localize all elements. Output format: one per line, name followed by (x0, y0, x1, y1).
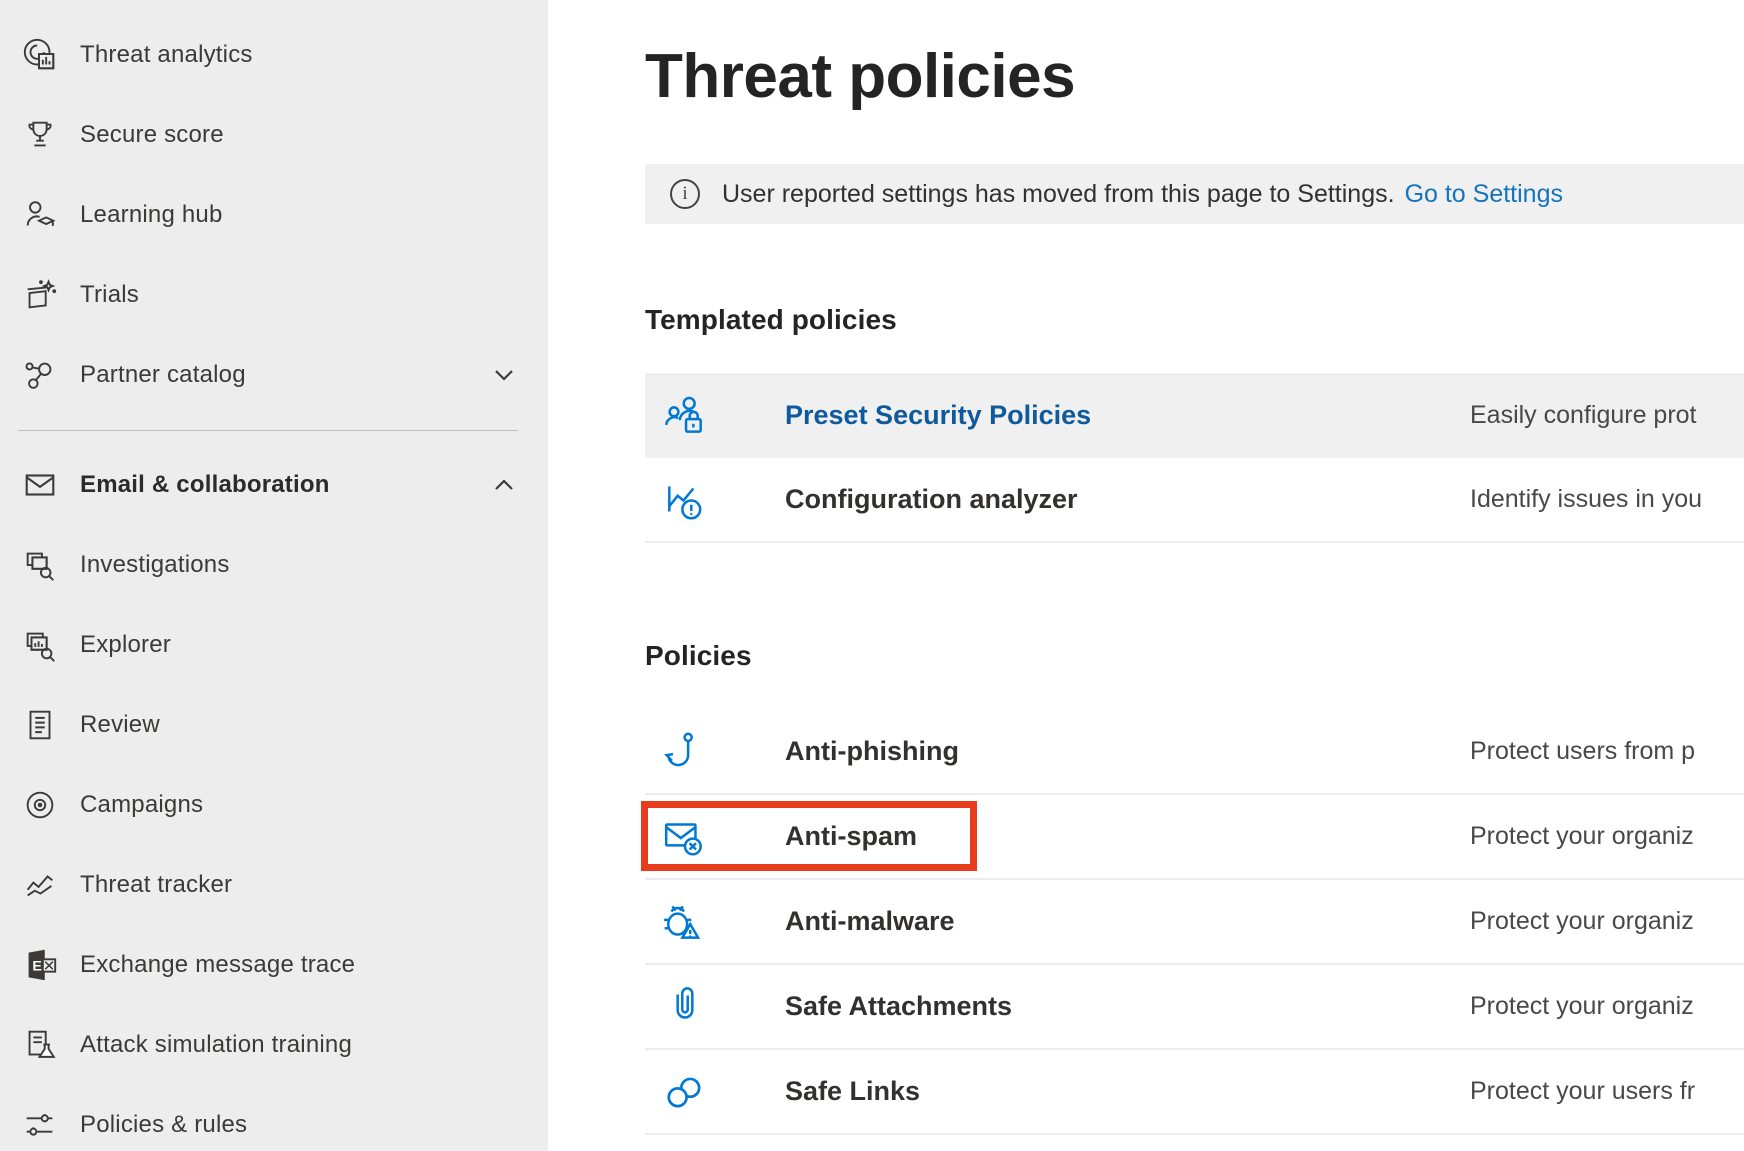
policy-row-description: Protect your organiz (1470, 907, 1744, 936)
sidebar-item-secure-score[interactable]: Secure score (0, 95, 548, 175)
sidebar-item-investigations[interactable]: Investigations (0, 525, 548, 605)
sidebar-item-label: Secure score (80, 121, 224, 149)
sidebar: Threat analytics Secure score Learning h… (0, 0, 548, 1151)
policy-row-anti-spam[interactable]: Anti-spam Protect your organiz (645, 795, 1744, 880)
sidebar-item-label: Attack simulation training (80, 1031, 352, 1059)
sidebar-item-label: Exchange message trace (80, 951, 355, 979)
sidebar-item-threat-tracker[interactable]: Threat tracker (0, 845, 548, 925)
sidebar-item-label: Email & collaboration (80, 471, 330, 499)
info-icon: i (670, 179, 700, 209)
policy-row-configuration-analyzer[interactable]: Configuration analyzer Identify issues i… (645, 458, 1744, 543)
policy-row-label[interactable]: Anti-malware (785, 906, 1470, 937)
policy-row-description: Easily configure prot (1470, 401, 1744, 430)
explorer-icon (20, 625, 60, 665)
policy-row-anti-phishing[interactable]: Anti-phishing Protect users from p (645, 710, 1744, 795)
chevron-down-icon[interactable] (492, 363, 516, 387)
policy-row-description: Protect your organiz (1470, 822, 1744, 851)
secure-score-icon (20, 115, 60, 155)
sidebar-item-label: Threat analytics (80, 41, 253, 69)
policy-row-anti-malware[interactable]: Anti-malware Protect your organiz (645, 880, 1744, 965)
sidebar-item-policies-rules[interactable]: Policies & rules (0, 1085, 548, 1151)
policy-row-description: Protect your organiz (1470, 992, 1744, 1021)
svg-text:E: E (32, 959, 42, 975)
threat-analytics-icon (20, 35, 60, 75)
policy-row-label[interactable]: Configuration analyzer (785, 484, 1470, 515)
sidebar-item-label: Review (80, 711, 160, 739)
templated-policies-list: Preset Security Policies Easily configur… (645, 373, 1744, 543)
policies-heading: Policies (645, 638, 1744, 674)
sidebar-item-trials[interactable]: Trials (0, 255, 548, 335)
review-icon (20, 705, 60, 745)
policy-row-label[interactable]: Anti-phishing (785, 736, 1470, 767)
safe-attachments-icon (645, 984, 725, 1030)
policy-row-label[interactable]: Anti-spam (785, 821, 1470, 852)
sidebar-item-exchange-message-trace[interactable]: E Exchange message trace (0, 925, 548, 1005)
sidebar-item-label: Threat tracker (80, 871, 232, 899)
policies-rules-icon (20, 1105, 60, 1145)
sidebar-item-partner-catalog[interactable]: Partner catalog (0, 335, 548, 415)
sidebar-item-label: Policies & rules (80, 1111, 247, 1139)
policy-row-label[interactable]: Preset Security Policies (785, 400, 1470, 431)
preset-security-policies-icon (645, 393, 725, 439)
partner-catalog-icon (20, 355, 60, 395)
attack-simulation-training-icon (20, 1025, 60, 1065)
chevron-up-icon[interactable] (492, 473, 516, 497)
policy-row-label[interactable]: Safe Links (785, 1076, 1470, 1107)
go-to-settings-link[interactable]: Go to Settings (1405, 180, 1563, 209)
sidebar-item-label: Investigations (80, 551, 230, 579)
policy-row-safe-links[interactable]: Safe Links Protect your users fr (645, 1050, 1744, 1135)
policy-row-description: Protect your users fr (1470, 1077, 1744, 1106)
email-collaboration-icon (20, 465, 60, 505)
anti-phishing-icon (645, 729, 725, 775)
learning-hub-icon (20, 195, 60, 235)
anti-malware-icon (645, 899, 725, 945)
sidebar-item-review[interactable]: Review (0, 685, 548, 765)
sidebar-item-label: Partner catalog (80, 361, 246, 389)
sidebar-item-label: Campaigns (80, 791, 203, 819)
sidebar-item-campaigns[interactable]: Campaigns (0, 765, 548, 845)
threat-tracker-icon (20, 865, 60, 905)
policy-row-description: Protect users from p (1470, 737, 1744, 766)
sidebar-item-email-collaboration[interactable]: Email & collaboration (0, 445, 548, 525)
sidebar-divider (18, 430, 518, 431)
sidebar-item-attack-simulation-training[interactable]: Attack simulation training (0, 1005, 548, 1085)
campaigns-icon (20, 785, 60, 825)
exchange-message-trace-icon: E (20, 945, 60, 985)
trials-icon (20, 275, 60, 315)
info-banner: i User reported settings has moved from … (645, 164, 1744, 224)
defender-portal: Threat analytics Secure score Learning h… (0, 0, 1744, 1151)
sidebar-item-label: Learning hub (80, 201, 223, 229)
policy-row-description: Identify issues in you (1470, 485, 1744, 514)
safe-links-icon (645, 1069, 725, 1115)
policies-list: Anti-phishing Protect users from p Anti-… (645, 710, 1744, 1135)
sidebar-item-label: Explorer (80, 631, 171, 659)
sidebar-item-label: Trials (80, 281, 139, 309)
sidebar-item-explorer[interactable]: Explorer (0, 605, 548, 685)
anti-spam-icon (645, 814, 725, 860)
templated-policies-heading: Templated policies (645, 302, 1744, 338)
banner-text: User reported settings has moved from th… (722, 180, 1395, 209)
policy-row-preset-security-policies[interactable]: Preset Security Policies Easily configur… (645, 373, 1744, 458)
policy-row-label[interactable]: Safe Attachments (785, 991, 1470, 1022)
investigations-icon (20, 545, 60, 585)
configuration-analyzer-icon (645, 477, 725, 523)
sidebar-item-threat-analytics[interactable]: Threat analytics (0, 15, 548, 95)
page-title: Threat policies (645, 40, 1744, 114)
policy-row-safe-attachments[interactable]: Safe Attachments Protect your organiz (645, 965, 1744, 1050)
sidebar-item-learning-hub[interactable]: Learning hub (0, 175, 548, 255)
main-content: Threat policies i User reported settings… (548, 0, 1744, 1151)
